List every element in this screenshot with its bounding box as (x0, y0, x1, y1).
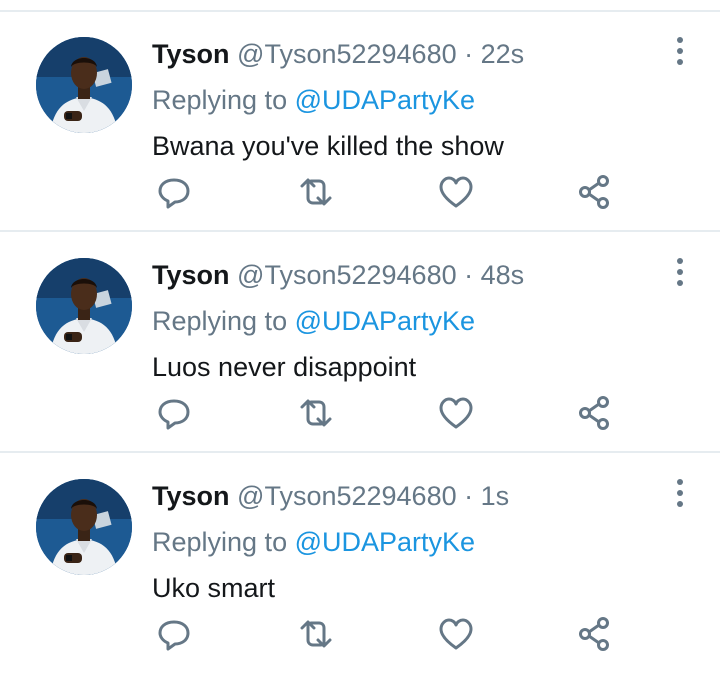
retweet-icon[interactable] (296, 614, 336, 654)
replying-to-line: Replying to @UDAPartyKe (152, 303, 475, 339)
mention-link[interactable]: @UDAPartyKe (295, 527, 475, 557)
avatar[interactable] (36, 258, 132, 354)
user-handle[interactable]: @Tyson52294680 (237, 481, 457, 511)
more-options-icon[interactable] (666, 474, 694, 514)
share-icon[interactable] (576, 614, 616, 654)
reply-icon[interactable] (154, 393, 194, 433)
tweet-divider (0, 230, 720, 232)
user-name[interactable]: Tyson (152, 481, 230, 511)
reply-icon[interactable] (154, 172, 194, 212)
separator-dot: · (464, 481, 474, 511)
tweet-header: Tyson @Tyson52294680 · 1s (152, 478, 509, 514)
tweet-header: Tyson @Tyson52294680 · 22s (152, 36, 524, 72)
replying-to-label: Replying to (152, 306, 288, 336)
heart-icon[interactable] (436, 393, 476, 433)
avatar[interactable] (36, 479, 132, 575)
tweet-text: Uko smart (152, 573, 276, 603)
mention-link[interactable]: @UDAPartyKe (295, 306, 475, 336)
mention-link[interactable]: @UDAPartyKe (295, 85, 475, 115)
separator-dot: · (464, 39, 474, 69)
tweet[interactable]: Tyson @Tyson52294680 · 22s Replying to @… (0, 12, 720, 232)
share-icon[interactable] (576, 393, 616, 433)
heart-icon[interactable] (436, 614, 476, 654)
retweet-icon[interactable] (296, 172, 336, 212)
replying-to-line: Replying to @UDAPartyKe (152, 524, 475, 560)
user-handle[interactable]: @Tyson52294680 (237, 39, 457, 69)
heart-icon[interactable] (436, 172, 476, 212)
tweet-divider (0, 451, 720, 453)
retweet-icon[interactable] (296, 393, 336, 433)
tweet[interactable]: Tyson @Tyson52294680 · 1s Replying to @U… (0, 454, 720, 674)
more-options-icon[interactable] (666, 32, 694, 72)
tweet-text: Luos never disappoint (152, 352, 417, 382)
timestamp[interactable]: 48s (481, 260, 525, 290)
timestamp[interactable]: 22s (481, 39, 525, 69)
user-name[interactable]: Tyson (152, 260, 230, 290)
replying-to-label: Replying to (152, 527, 288, 557)
reply-icon[interactable] (154, 614, 194, 654)
replying-to-label: Replying to (152, 85, 288, 115)
user-name[interactable]: Tyson (152, 39, 230, 69)
avatar[interactable] (36, 37, 132, 133)
replying-to-line: Replying to @UDAPartyKe (152, 82, 475, 118)
more-options-icon[interactable] (666, 253, 694, 293)
user-handle[interactable]: @Tyson52294680 (237, 260, 457, 290)
separator-dot: · (464, 260, 474, 290)
tweet-text: Bwana you've killed the show (152, 131, 504, 161)
tweet-header: Tyson @Tyson52294680 · 48s (152, 257, 524, 293)
tweet[interactable]: Tyson @Tyson52294680 · 48s Replying to @… (0, 233, 720, 453)
timestamp[interactable]: 1s (481, 481, 510, 511)
share-icon[interactable] (576, 172, 616, 212)
